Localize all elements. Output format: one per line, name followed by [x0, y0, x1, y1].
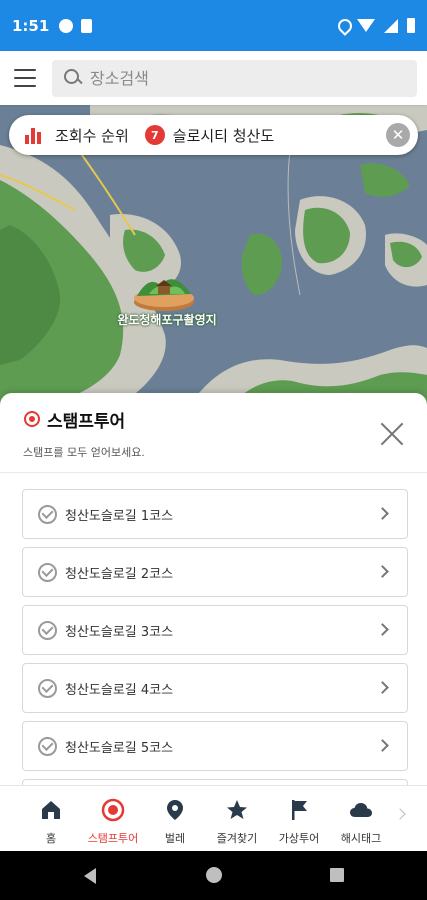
check-circle-icon [38, 562, 57, 582]
list-item[interactable]: 청산도슬로길 5코스 [22, 721, 408, 771]
stamp-tour-panel: 스탬프투어 스탬프를 모두 얻어보세요. 청산도슬로길 1코스 청산도슬로길 2… [0, 393, 427, 785]
panel-header: 스탬프투어 스탬프를 모두 얻어보세요. [0, 393, 427, 473]
check-circle-icon [38, 504, 57, 524]
status-bar: 1:51 [0, 0, 427, 51]
location-icon [338, 19, 348, 32]
signal-icon [384, 18, 398, 33]
chevron-right-icon [376, 507, 389, 520]
ranking-label: 조회수 순위 [55, 126, 129, 145]
status-icons [338, 18, 415, 33]
close-icon[interactable]: ✕ [386, 123, 410, 147]
chevron-right-icon[interactable] [394, 808, 406, 820]
course-label: 청산도슬로길 3코스 [65, 624, 174, 640]
nav-label: 해시태그 [340, 832, 382, 845]
system-nav-bar [0, 851, 427, 900]
rank-badge: 7 [144, 125, 165, 145]
search-box[interactable] [52, 59, 417, 97]
marker-label: 완도청해포구촬영지 [117, 313, 217, 327]
location-pin-icon [167, 800, 183, 820]
battery-icon [407, 18, 415, 33]
list-item[interactable]: 청산도슬로길 4코스 [22, 663, 408, 713]
back-icon[interactable] [84, 868, 96, 884]
close-panel-icon[interactable] [379, 421, 405, 447]
app-bar [0, 51, 427, 105]
home-icon [42, 801, 60, 819]
check-circle-icon [38, 620, 57, 640]
ranked-place-name[interactable]: 슬로시티 청산도 [173, 125, 386, 146]
course-label: 청산도슬로길 1코스 [65, 508, 174, 524]
ranking-bar[interactable]: 조회수 순위 7 슬로시티 청산도 ✕ [9, 115, 418, 155]
home-button-icon[interactable] [206, 867, 222, 883]
target-icon [24, 411, 40, 427]
search-icon [64, 69, 82, 87]
flag-icon [292, 800, 307, 820]
course-label: 청산도슬로길 4코스 [65, 682, 174, 698]
landmark-marker-icon [134, 279, 194, 311]
map-marker[interactable] [131, 272, 197, 312]
check-circle-icon [38, 736, 57, 756]
panel-subtitle: 스탬프를 모두 얻어보세요. [23, 446, 145, 459]
star-icon [227, 800, 247, 819]
list-item[interactable]: 청산도슬로길 2코스 [22, 547, 408, 597]
notification-icon [59, 18, 74, 33]
course-label: 청산도슬로길 5코스 [65, 740, 174, 756]
search-input[interactable] [90, 68, 405, 88]
stamp-icon [101, 798, 125, 822]
menu-icon[interactable] [14, 69, 36, 87]
chevron-right-icon [376, 623, 389, 636]
cloud-icon [350, 803, 372, 817]
course-label: 청산도슬로길 2코스 [65, 566, 174, 582]
chevron-right-icon [376, 739, 389, 752]
status-time: 1:51 [12, 16, 50, 35]
course-list: 청산도슬로길 1코스 청산도슬로길 2코스 청산도슬로길 3코스 청산도슬로길 … [22, 489, 408, 785]
list-item[interactable]: 청산도슬로길 1코스 [22, 489, 408, 539]
bottom-nav: 홈 스탬프투어 벌레 즐겨찾기 가상투어 해시태그 [0, 785, 427, 851]
wifi-icon [357, 19, 375, 32]
recent-apps-icon[interactable] [330, 868, 344, 882]
chevron-right-icon [376, 565, 389, 578]
nav-item-hashtag[interactable]: 해시태그 [330, 786, 392, 852]
panel-title: 스탬프투어 [47, 412, 126, 432]
check-circle-icon [38, 678, 57, 698]
sim-card-icon [81, 18, 93, 33]
list-item[interactable]: 청산도슬로길 3코스 [22, 605, 408, 655]
bar-chart-icon [25, 126, 45, 144]
chevron-right-icon [376, 681, 389, 694]
